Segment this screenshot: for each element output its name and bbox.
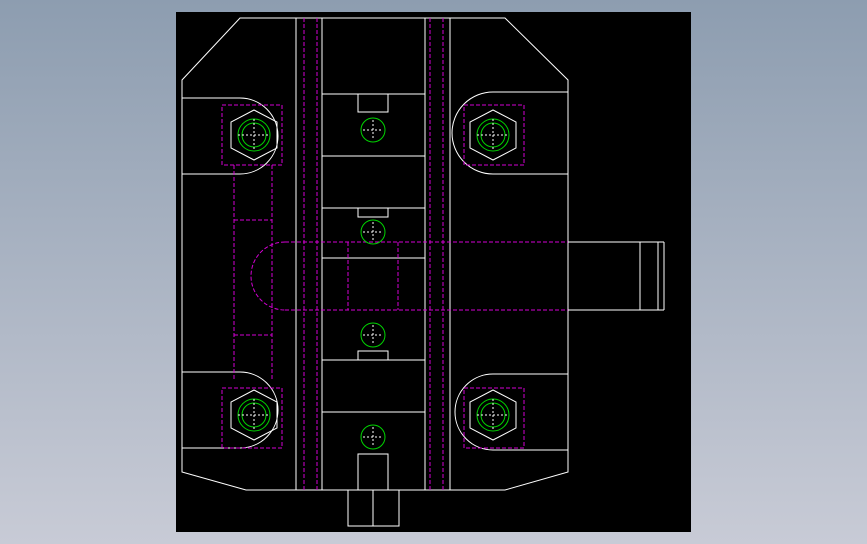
cad-canvas [176, 12, 691, 532]
drawing-area[interactable] [0, 0, 867, 544]
